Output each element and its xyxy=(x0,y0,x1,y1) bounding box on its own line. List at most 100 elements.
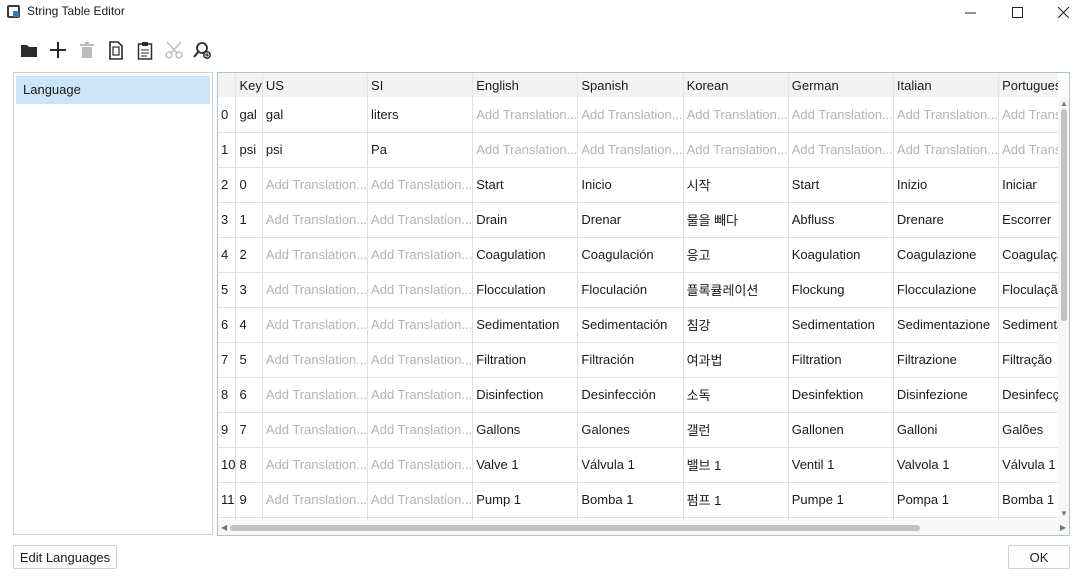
translation-cell[interactable]: Gallonen xyxy=(788,412,894,448)
key-cell[interactable]: psi xyxy=(235,132,263,168)
scroll-left-icon[interactable]: ◀ xyxy=(221,523,227,532)
translation-cell-placeholder[interactable]: Add Translation... xyxy=(262,202,369,238)
translation-cell-placeholder[interactable]: Add Translation... xyxy=(788,97,894,133)
scroll-up-icon[interactable]: ▲ xyxy=(1060,99,1068,108)
column-header[interactable]: Spanish xyxy=(577,73,684,97)
translation-cell-placeholder[interactable]: Add Translation... xyxy=(367,202,474,238)
column-header[interactable]: Korean xyxy=(683,73,789,97)
translation-cell[interactable]: Filtración xyxy=(577,342,684,378)
find-replace-button[interactable] xyxy=(188,37,217,63)
translation-cell-placeholder[interactable]: Add Translation... xyxy=(367,167,474,203)
translation-cell[interactable]: Filtration xyxy=(472,342,579,378)
translation-cell[interactable]: 갤런 xyxy=(683,412,789,448)
translation-cell[interactable]: Sedimentación xyxy=(577,307,684,343)
vertical-scroll-thumb[interactable] xyxy=(1061,109,1067,321)
translation-cell[interactable]: Galões xyxy=(998,412,1058,448)
translation-cell[interactable]: Válvula 1 xyxy=(577,447,684,483)
translation-cell[interactable]: Bomba 1 xyxy=(577,482,684,518)
minimize-button[interactable] xyxy=(947,0,993,24)
key-cell[interactable]: 5 xyxy=(235,342,263,378)
horizontal-scroll-thumb[interactable] xyxy=(230,525,920,531)
translation-cell-placeholder[interactable]: Add Translation... xyxy=(893,132,1000,168)
translation-cell[interactable]: Pa xyxy=(367,132,474,168)
translation-cell[interactable]: Drenare xyxy=(893,202,1000,238)
translation-cell-placeholder[interactable]: Add Translation... xyxy=(262,342,369,378)
translation-cell[interactable]: Floculação xyxy=(998,272,1058,308)
language-list-item[interactable]: Language xyxy=(16,76,210,104)
translation-cell[interactable]: Desinfektion xyxy=(788,377,894,413)
translation-cell-placeholder[interactable]: Add Translation... xyxy=(893,97,1000,133)
translation-cell[interactable]: Flocculation xyxy=(472,272,579,308)
key-cell[interactable]: 6 xyxy=(235,377,263,413)
translation-cell[interactable]: Desinfecção xyxy=(998,377,1058,413)
translation-cell[interactable]: Valve 1 xyxy=(472,447,579,483)
translation-cell-placeholder[interactable]: Add Translation... xyxy=(683,132,789,168)
edit-languages-button[interactable]: Edit Languages xyxy=(13,545,117,569)
translation-cell-placeholder[interactable]: Add Translation... xyxy=(367,482,474,518)
translation-cell[interactable]: 여과법 xyxy=(683,342,789,378)
translation-cell[interactable]: Válvula 1 xyxy=(998,447,1058,483)
translation-cell[interactable]: 침강 xyxy=(683,307,789,343)
translation-cell[interactable]: Filtration xyxy=(788,342,894,378)
key-cell[interactable]: 7 xyxy=(235,412,263,448)
translation-cell-placeholder[interactable]: Add Translation... xyxy=(262,307,369,343)
column-header[interactable]: German xyxy=(788,73,894,97)
translation-cell-placeholder[interactable]: Add Translation... xyxy=(367,377,474,413)
key-cell[interactable]: 3 xyxy=(235,272,263,308)
translation-cell[interactable]: Valvola 1 xyxy=(893,447,1000,483)
translation-cell[interactable]: Drain xyxy=(472,202,579,238)
translation-cell[interactable]: Coagulación xyxy=(577,237,684,273)
translation-cell-placeholder[interactable]: Add Translation... xyxy=(683,97,789,133)
column-header[interactable]: US xyxy=(262,73,369,97)
key-cell[interactable]: 2 xyxy=(235,237,263,273)
translation-cell[interactable]: 밸브 1 xyxy=(683,447,789,483)
column-header[interactable]: English xyxy=(472,73,579,97)
vertical-scrollbar[interactable]: ▲ ▼ xyxy=(1058,97,1069,520)
translation-cell[interactable]: Abfluss xyxy=(788,202,894,238)
translation-cell[interactable]: Sedimentação xyxy=(998,307,1058,343)
translation-cell[interactable]: Pumpe 1 xyxy=(788,482,894,518)
row-index-header[interactable] xyxy=(218,73,237,97)
scroll-down-icon[interactable]: ▼ xyxy=(1060,509,1068,518)
translation-cell[interactable]: Ventil 1 xyxy=(788,447,894,483)
translation-cell-placeholder[interactable]: Add Translation... xyxy=(367,447,474,483)
translation-cell[interactable]: Filtrazione xyxy=(893,342,1000,378)
translation-cell-placeholder[interactable]: Add Translation... xyxy=(262,412,369,448)
ok-button[interactable]: OK xyxy=(1008,545,1070,569)
translation-cell[interactable]: 플록큘레이션 xyxy=(683,272,789,308)
translation-cell[interactable]: Flocculazione xyxy=(893,272,1000,308)
column-header[interactable]: SI xyxy=(367,73,474,97)
translation-cell[interactable]: Pompa 1 xyxy=(893,482,1000,518)
translation-cell[interactable]: 시작 xyxy=(683,167,789,203)
key-cell[interactable]: 0 xyxy=(235,167,263,203)
translation-cell[interactable]: Desinfección xyxy=(577,377,684,413)
translation-cell[interactable]: Pump 1 xyxy=(472,482,579,518)
column-header[interactable]: Key xyxy=(235,73,263,97)
translation-cell[interactable]: Inizio xyxy=(893,167,1000,203)
column-header[interactable]: Italian xyxy=(893,73,1000,97)
translation-cell[interactable]: Galones xyxy=(577,412,684,448)
close-button[interactable] xyxy=(1040,0,1083,24)
key-cell[interactable]: gal xyxy=(235,97,263,133)
translation-cell[interactable]: Galloni xyxy=(893,412,1000,448)
translation-cell[interactable]: 소독 xyxy=(683,377,789,413)
translation-cell[interactable]: Sedimentazione xyxy=(893,307,1000,343)
translation-cell-placeholder[interactable]: Add Translation... xyxy=(367,342,474,378)
translation-cell[interactable]: Escorrer xyxy=(998,202,1058,238)
translation-cell-placeholder[interactable]: Add Translation... xyxy=(262,272,369,308)
paste-button[interactable] xyxy=(130,37,159,63)
translation-cell[interactable]: 물을 빼다 xyxy=(683,202,789,238)
translation-cell[interactable]: Drenar xyxy=(577,202,684,238)
translation-cell[interactable]: 응고 xyxy=(683,237,789,273)
translation-cell[interactable]: Inicio xyxy=(577,167,684,203)
translation-cell[interactable]: Bomba 1 xyxy=(998,482,1058,518)
translation-cell-placeholder[interactable]: Add Translation... xyxy=(262,482,369,518)
translation-cell-placeholder[interactable]: Add Translation... xyxy=(577,132,684,168)
translation-cell-placeholder[interactable]: Add Translation... xyxy=(262,447,369,483)
translation-cell[interactable]: Gallons xyxy=(472,412,579,448)
translation-cell[interactable]: Disinfection xyxy=(472,377,579,413)
translation-cell[interactable]: Coagulation xyxy=(472,237,579,273)
translation-cell[interactable]: Coagulazione xyxy=(893,237,1000,273)
key-cell[interactable]: 8 xyxy=(235,447,263,483)
translation-cell-placeholder[interactable]: Add Translation... xyxy=(472,132,579,168)
